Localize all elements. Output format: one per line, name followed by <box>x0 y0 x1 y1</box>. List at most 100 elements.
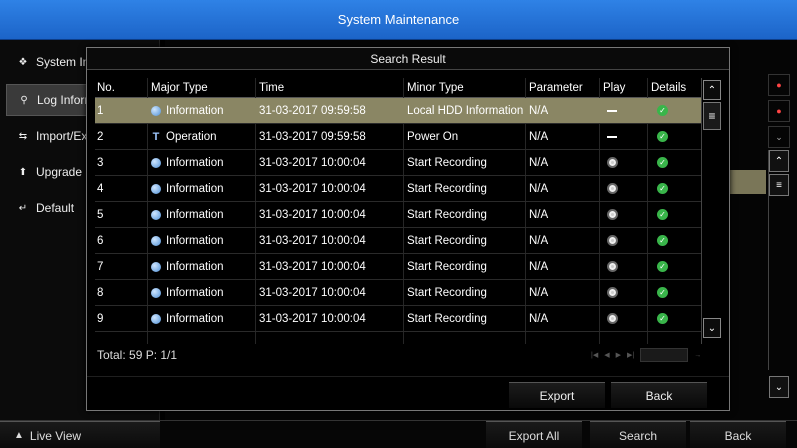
cell-details[interactable]: ✓ <box>653 98 699 123</box>
cell-play[interactable] <box>605 280 649 305</box>
window-title: System Maintenance <box>337 12 460 27</box>
sidebar-item-label: Upgrade <box>36 165 83 179</box>
column-header-no[interactable]: No. <box>97 78 147 97</box>
cell-major-type: T Operation <box>151 124 255 149</box>
cell-time: 31-03-2017 10:00:04 <box>259 208 366 221</box>
last-page-icon[interactable]: ▶| <box>627 351 634 359</box>
go-page-icon[interactable]: → <box>694 352 701 359</box>
cell-details[interactable]: ✓ <box>653 228 699 253</box>
results-scrollbar[interactable]: ⌃ ≡ ⌄ <box>701 78 721 344</box>
cell-details[interactable]: ✓ <box>653 150 699 175</box>
cell-no: 1 <box>97 104 104 117</box>
back-button[interactable]: Back <box>690 421 786 448</box>
prev-page-icon[interactable]: ◀ <box>604 351 609 359</box>
calendar-icon[interactable]: ● <box>768 100 790 122</box>
cell-details[interactable]: ✓ <box>653 306 699 331</box>
sidebar-item-label: Default <box>36 201 75 215</box>
operation-icon: T <box>152 130 160 143</box>
no-playback-icon <box>607 109 617 112</box>
cell-details[interactable]: ✓ <box>653 124 699 149</box>
cell-play[interactable] <box>605 176 649 201</box>
cell-play[interactable] <box>605 254 649 279</box>
cell-play[interactable] <box>605 98 649 123</box>
calendar-icon[interactable]: ● <box>768 74 790 96</box>
scroll-down-icon[interactable]: ⌄ <box>703 318 721 338</box>
column-header-details[interactable]: Details <box>651 78 701 97</box>
export-all-button[interactable]: Export All <box>486 421 582 448</box>
details-check-icon[interactable]: ✓ <box>657 209 668 220</box>
scroll-thumb-icon[interactable]: ≡ <box>769 174 789 196</box>
play-icon[interactable] <box>607 287 618 298</box>
details-check-icon[interactable]: ✓ <box>657 261 668 272</box>
cell-details[interactable]: ✓ <box>653 280 699 305</box>
cell-no: 3 <box>97 156 104 169</box>
cell-details[interactable]: ✓ <box>653 254 699 279</box>
information-icon <box>151 235 161 246</box>
table-row[interactable]: 6 Information 31-03-2017 10:00:04 Start Rec… <box>95 228 701 254</box>
cell-play[interactable] <box>605 150 649 175</box>
window-title-bar: System Maintenance <box>0 0 797 40</box>
scroll-down-icon[interactable]: ⌄ <box>769 376 789 398</box>
play-icon[interactable] <box>607 313 618 324</box>
table-row[interactable]: 9 Information 31-03-2017 10:00:04 Start Rec… <box>95 306 701 332</box>
details-check-icon[interactable]: ✓ <box>657 235 668 246</box>
cell-parameter: N/A <box>529 182 549 195</box>
cell-play[interactable] <box>605 228 649 253</box>
details-check-icon[interactable]: ✓ <box>657 131 668 142</box>
details-check-icon[interactable]: ✓ <box>657 105 668 116</box>
cell-no: 5 <box>97 208 104 221</box>
cell-minor-type: Start Recording <box>407 182 487 195</box>
details-check-icon[interactable]: ✓ <box>657 157 668 168</box>
table-row[interactable]: 7 Information 31-03-2017 10:00:04 Start Rec… <box>95 254 701 280</box>
cell-parameter: N/A <box>529 286 549 299</box>
major-type-label: Information <box>166 104 224 117</box>
cell-major-type: Information <box>151 228 255 253</box>
export-button[interactable]: Export <box>509 382 605 408</box>
details-check-icon[interactable]: ✓ <box>657 287 668 298</box>
cell-play[interactable] <box>605 306 649 331</box>
cell-no: 9 <box>97 312 104 325</box>
scroll-up-icon[interactable]: ⌃ <box>703 80 721 100</box>
table-row-partial <box>95 332 701 342</box>
chevron-down-icon[interactable]: ⌄ <box>768 126 790 148</box>
page-number-input[interactable] <box>640 348 689 362</box>
cell-major-type: Information <box>151 150 255 175</box>
next-page-icon[interactable]: ▶ <box>616 351 621 359</box>
table-row[interactable]: 8 Information 31-03-2017 10:00:04 Start Rec… <box>95 280 701 306</box>
table-row[interactable]: 2 T Operation 31-03-2017 09:59:58 Power On N/… <box>95 124 701 150</box>
column-header-major-type[interactable]: Major Type <box>151 78 251 97</box>
cell-details[interactable]: ✓ <box>653 176 699 201</box>
import-export-icon: ⇆ <box>18 130 28 142</box>
live-view-button[interactable]: ▲ Live View <box>0 421 160 448</box>
table-row[interactable]: 3 Information 31-03-2017 10:00:04 Start Rec… <box>95 150 701 176</box>
cell-major-type: Information <box>151 254 255 279</box>
dialog-title: Search Result <box>370 51 446 66</box>
scroll-thumb-icon[interactable]: ≡ <box>703 102 721 130</box>
dialog-back-button[interactable]: Back <box>611 382 707 408</box>
search-button[interactable]: Search <box>590 421 686 448</box>
table-row[interactable]: 1 Information 31-03-2017 09:59:58 Local HDD… <box>95 98 701 124</box>
cell-details[interactable]: ✓ <box>653 202 699 227</box>
play-icon[interactable] <box>607 235 618 246</box>
cell-minor-type: Start Recording <box>407 208 487 221</box>
information-icon <box>151 261 161 272</box>
details-check-icon[interactable]: ✓ <box>657 313 668 324</box>
table-row[interactable]: 4 Information 31-03-2017 10:00:04 Start Rec… <box>95 176 701 202</box>
play-icon[interactable] <box>607 157 618 168</box>
pagination-controls[interactable]: |◀ ◀ ▶ ▶| → <box>591 346 711 364</box>
cell-play[interactable] <box>605 202 649 227</box>
play-icon[interactable] <box>607 183 618 194</box>
first-page-icon[interactable]: |◀ <box>591 351 598 359</box>
play-icon[interactable] <box>607 209 618 220</box>
play-icon[interactable] <box>607 261 618 272</box>
column-header-parameter[interactable]: Parameter <box>529 78 595 97</box>
column-header-minor-type[interactable]: Minor Type <box>407 78 527 97</box>
information-icon <box>151 157 161 168</box>
scroll-up-icon[interactable]: ⌃ <box>769 150 789 172</box>
details-check-icon[interactable]: ✓ <box>657 183 668 194</box>
column-header-time[interactable]: Time <box>259 78 399 97</box>
table-row[interactable]: 5 Information 31-03-2017 10:00:04 Start Rec… <box>95 202 701 228</box>
cell-play[interactable] <box>605 124 649 149</box>
column-header-play[interactable]: Play <box>603 78 647 97</box>
cell-parameter: N/A <box>529 104 549 117</box>
